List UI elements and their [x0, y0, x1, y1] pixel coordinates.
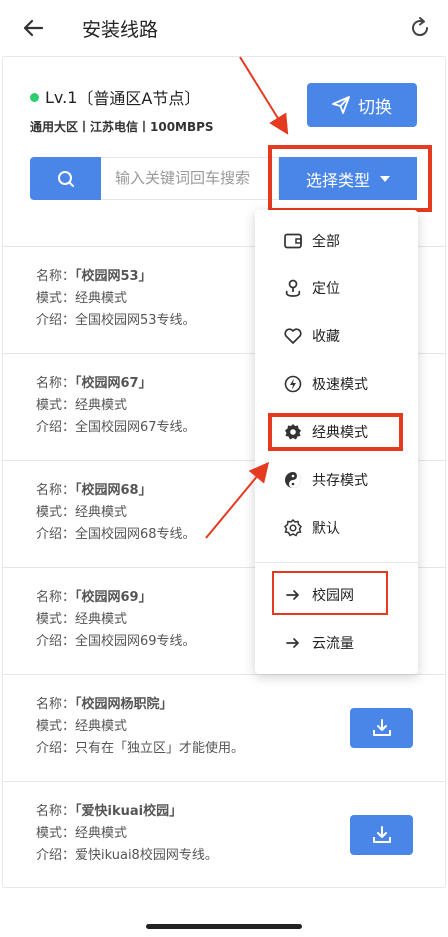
menu-divider	[255, 562, 418, 563]
refresh-icon	[412, 17, 429, 37]
search-input[interactable]: 输入关键词回车搜索	[101, 157, 279, 200]
list-item[interactable]: 名称：「校园网69」 模式：经典模式 介绍：全国校园网69专线。	[36, 587, 196, 653]
yin-yang-icon	[282, 469, 304, 491]
download-button[interactable]	[350, 708, 413, 748]
download-icon	[372, 719, 391, 736]
list-item[interactable]: 名称：「爱快ikuai校园」 模式：经典模式 介绍：爱快ikuai8校园网专线。	[36, 801, 218, 867]
list-item[interactable]: 名称：「校园网68」 模式：经典模式 介绍：全国校园网68专线。	[36, 480, 196, 546]
list-item[interactable]: 名称：「校园网杨职院」 模式：经典模式 介绍：只有在「独立区」才能使用。	[36, 694, 244, 760]
location-icon	[282, 277, 304, 299]
switch-button[interactable]: 切换	[307, 83, 417, 127]
divider	[3, 674, 445, 675]
item-mode: 模式：经典模式	[36, 291, 128, 306]
item-mode: 模式：经典模式	[36, 398, 128, 413]
item-intro: 介绍：全国校园网53专线。	[36, 313, 196, 328]
item-intro: 介绍：全国校园网67专线。	[36, 420, 196, 435]
menu-item-coexist-mode[interactable]: 共存模式	[282, 469, 368, 491]
menu-item-fast-mode[interactable]: 极速模式	[282, 373, 368, 395]
search-button[interactable]	[30, 157, 101, 200]
wallet-icon	[282, 230, 304, 252]
node-info: 通用大区丨江苏电信丨100MBPS	[30, 120, 214, 134]
heart-icon	[282, 325, 304, 347]
menu-item-default[interactable]: 默认	[282, 517, 340, 539]
node-name: 〔普通区A节点〕	[77, 89, 201, 108]
item-name-row: 名称：「校园网69」	[36, 590, 152, 605]
arrow-left-icon	[23, 19, 44, 37]
switch-button-label: 切换	[358, 97, 392, 118]
item-mode: 模式：经典模式	[36, 612, 128, 627]
back-button[interactable]	[18, 14, 48, 42]
node-level: Lv.1 〔普通区A节点〕	[30, 85, 200, 109]
list-item[interactable]: 名称：「校园网53」 模式：经典模式 介绍：全国校园网53专线。	[36, 266, 196, 332]
item-intro: 介绍：爱快ikuai8校园网专线。	[36, 848, 218, 863]
item-name-row: 名称：「爱快ikuai校园」	[36, 804, 183, 819]
highlight-box-campus-net	[272, 571, 388, 615]
item-mode: 模式：经典模式	[36, 505, 128, 520]
divider	[3, 781, 445, 782]
highlight-box-select-type	[268, 145, 432, 212]
download-button[interactable]	[350, 815, 413, 855]
status-dot	[30, 92, 39, 102]
send-icon	[332, 96, 350, 114]
home-indicator	[146, 924, 302, 929]
download-icon	[372, 826, 391, 843]
search-icon	[57, 170, 74, 187]
settings-icon	[282, 517, 304, 539]
arrow-right-icon	[282, 632, 304, 654]
item-name-row: 名称：「校园网杨职院」	[36, 697, 173, 712]
menu-item-all[interactable]: 全部	[282, 230, 340, 252]
item-name-row: 名称：「校园网68」	[36, 483, 152, 498]
item-intro: 介绍：全国校园网68专线。	[36, 527, 196, 542]
item-intro: 介绍：只有在「独立区」才能使用。	[36, 741, 245, 756]
highlight-box-classic-mode	[268, 413, 403, 451]
menu-item-favorite[interactable]: 收藏	[282, 325, 340, 347]
item-mode: 模式：经典模式	[36, 719, 128, 734]
menu-item-location[interactable]: 定位	[282, 277, 340, 299]
menu-item-cloud-traffic[interactable]: 云流量	[282, 632, 354, 654]
header: 安装线路	[0, 0, 448, 56]
refresh-button[interactable]	[406, 14, 434, 42]
item-name-row: 名称：「校园网67」	[36, 376, 152, 391]
item-intro: 介绍：全国校园网69专线。	[36, 634, 196, 649]
page-title: 安装线路	[82, 19, 159, 41]
list-item[interactable]: 名称：「校园网67」 模式：经典模式 介绍：全国校园网67专线。	[36, 373, 196, 439]
item-name-row: 名称：「校园网53」	[36, 269, 152, 284]
bolt-icon	[282, 373, 304, 395]
node-level-text: Lv.1	[45, 87, 78, 107]
item-mode: 模式：经典模式	[36, 826, 128, 841]
